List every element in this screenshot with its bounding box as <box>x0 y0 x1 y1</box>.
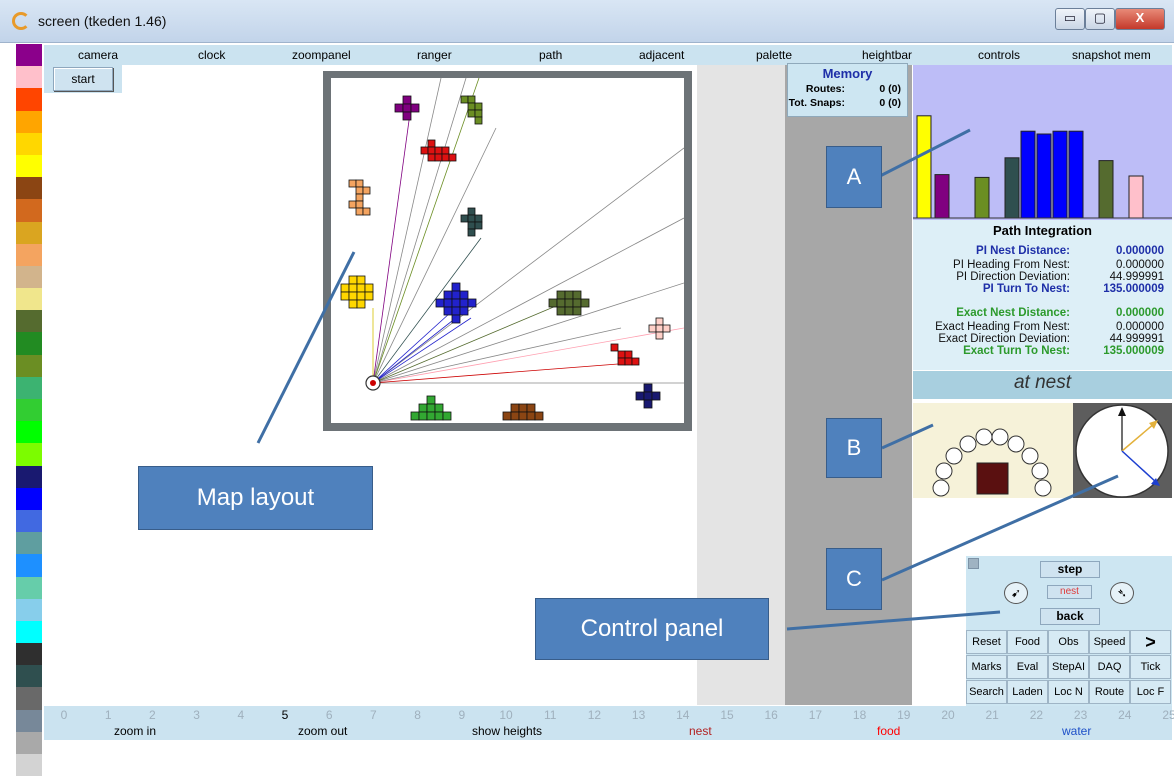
annotation-b: B <box>826 418 882 478</box>
palette-swatch[interactable] <box>16 754 42 776</box>
annotation-control-panel: Control panel <box>535 598 769 660</box>
annotation-c: C <box>826 548 882 610</box>
annotation-map-layout: Map layout <box>138 466 373 530</box>
annotation-a: A <box>826 146 882 208</box>
